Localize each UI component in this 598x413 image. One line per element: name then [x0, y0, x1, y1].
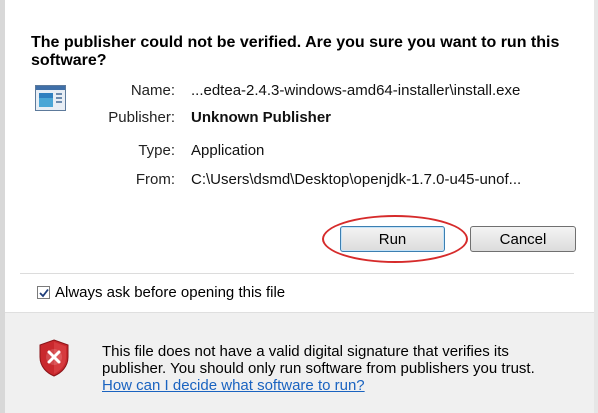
type-value: Application [191, 142, 265, 159]
security-warning-shield-icon [39, 339, 69, 377]
always-ask-checkbox[interactable] [37, 286, 50, 299]
cancel-button[interactable]: Cancel [470, 226, 576, 252]
type-label: Type: [138, 142, 175, 159]
checkmark-icon [38, 288, 49, 297]
run-button[interactable]: Run [340, 226, 445, 252]
publisher-value: Unknown Publisher [191, 109, 332, 126]
from-label: From: [135, 171, 175, 188]
warning-message: This file does not have a valid digital … [102, 343, 572, 394]
from-value: C:\Users\dsmd\Desktop\openjdk-1.7.0-u45-… [191, 171, 522, 188]
separator-line [20, 273, 574, 274]
always-ask-option[interactable]: Always ask before opening this file [37, 284, 285, 301]
dialog-heading: The publisher could not be verified. Are… [31, 34, 560, 69]
decide-software-link[interactable]: How can I decide what software to run? [102, 377, 365, 394]
name-value: ...edtea-2.4.3-windows-amd64-installer\i… [191, 82, 521, 99]
name-label: Name: [130, 82, 175, 99]
publisher-label: Publisher: [108, 109, 175, 126]
window-frame-right [594, 0, 598, 413]
always-ask-label: Always ask before opening this file [55, 284, 286, 301]
security-warning-dialog: The publisher could not be verified. Are… [0, 0, 598, 413]
warning-text: This file does not have a valid digital … [102, 343, 535, 377]
application-window-icon [35, 85, 66, 111]
